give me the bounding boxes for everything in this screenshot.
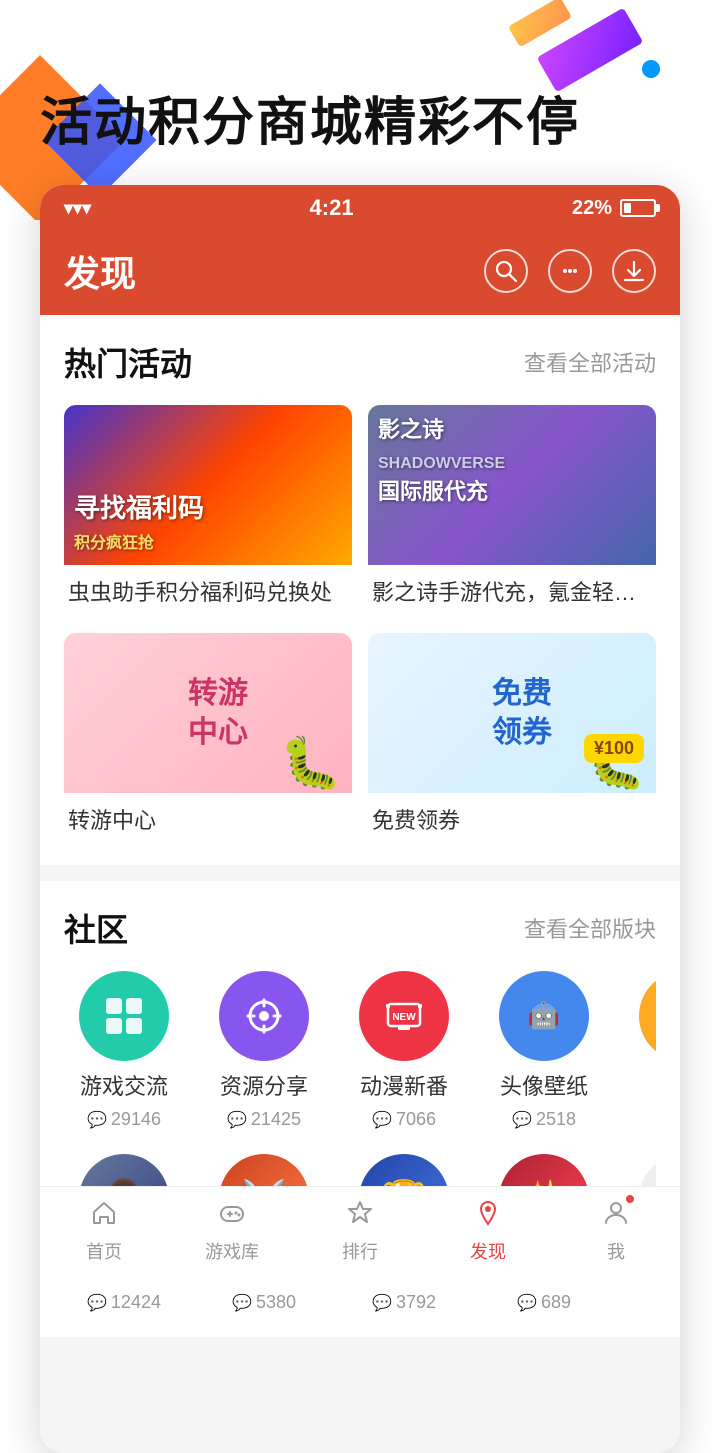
nav-item-games[interactable]: 游戏库	[192, 1199, 272, 1264]
star-nav-icon	[346, 1199, 374, 1234]
nav-item-discover[interactable]: 发现	[448, 1199, 528, 1264]
svg-text:🤖: 🤖	[528, 1000, 560, 1030]
nav-label-home: 首页	[86, 1238, 122, 1264]
activity-card-1-image: 寻找福利码积分疯狂抢	[64, 405, 352, 565]
avatar-count: 💬2518	[512, 1109, 576, 1130]
bottom-navigation: 首页 游戏库 排行	[40, 1186, 680, 1280]
hot-activities-title: 热门活动	[64, 339, 192, 385]
nav-label-games: 游戏库	[205, 1238, 259, 1264]
resource-icon	[219, 971, 309, 1061]
location-nav-icon	[474, 1202, 502, 1233]
header-icons	[484, 249, 656, 293]
lol-count: 💬3792	[372, 1292, 436, 1313]
content-area: 热门活动 查看全部活动 寻找福利码积分疯狂抢 虫虫助手积分福利码兑换处	[40, 315, 680, 1453]
status-time: 4:21	[310, 195, 354, 221]
avatar-icon: 🤖	[499, 971, 589, 1061]
activity-card-2-image: 影之诗SHADOWVERSE国际服代充	[368, 405, 656, 565]
battery-text: 22%	[572, 197, 612, 220]
nav-item-me[interactable]: 我	[576, 1199, 656, 1264]
app-header: 发现	[40, 231, 680, 315]
hero-title: 活动积分商城精彩不停	[0, 0, 720, 185]
community-item-more-1[interactable]: 吹 吹 💬	[624, 971, 656, 1130]
community-item-avatar[interactable]: 🤖 头像壁纸 💬2518	[484, 971, 604, 1130]
anime-name: 动漫新番	[360, 1069, 448, 1101]
game-exchange-icon	[79, 971, 169, 1061]
home-icon	[90, 1199, 118, 1234]
app-title: 发现	[64, 245, 136, 297]
wifi-icon: ▾▾▾	[64, 198, 91, 219]
sky-count: 💬689	[517, 1292, 571, 1313]
activity-card-3[interactable]: 转游中心 🐛 转游中心	[64, 633, 352, 845]
user-nav-icon	[602, 1202, 630, 1233]
activity-card-2-text: 影之诗SHADOWVERSE国际服代充	[378, 415, 505, 507]
sakura-count: 💬12424	[87, 1292, 161, 1313]
me-icon-wrap	[602, 1199, 630, 1234]
discover-icon-wrap	[474, 1199, 502, 1234]
activity-card-3-image: 转游中心 🐛	[64, 633, 352, 793]
activity-card-3-desc: 转游中心	[64, 793, 352, 845]
battery-fill	[624, 203, 631, 213]
nav-label-me: 我	[607, 1238, 625, 1264]
community-header: 社区 查看全部版块	[64, 905, 656, 951]
resource-count: 💬21425	[227, 1109, 301, 1130]
anime-count: 💬7066	[372, 1109, 436, 1130]
activity-card-4-desc: 免费领券	[368, 793, 656, 845]
mascot-3: 🐛	[280, 734, 342, 793]
activity-card-4-image: 免费领券 🐛 ¥100	[368, 633, 656, 793]
status-right: 22%	[572, 197, 656, 220]
nav-label-rank: 排行	[342, 1238, 378, 1264]
activity-card-1-text: 寻找福利码积分疯狂抢	[74, 493, 204, 555]
search-button[interactable]	[484, 249, 528, 293]
activity-card-2[interactable]: 影之诗SHADOWVERSE国际服代充 影之诗手游代充，氪金轻松一键...	[368, 405, 656, 617]
community-item-anime[interactable]: NEW 动漫新番 💬7066	[344, 971, 464, 1130]
nav-item-home[interactable]: 首页	[64, 1199, 144, 1264]
resource-name: 资源分享	[220, 1069, 308, 1101]
nav-item-rank[interactable]: 排行	[320, 1199, 400, 1264]
nav-label-discover: 发现	[470, 1238, 506, 1264]
hot-activities-header: 热门活动 查看全部活动	[64, 339, 656, 385]
gamepad-nav-icon	[218, 1199, 246, 1234]
download-button[interactable]	[612, 249, 656, 293]
anime-icon: NEW	[359, 971, 449, 1061]
message-button[interactable]	[548, 249, 592, 293]
avatar-name: 头像壁纸	[500, 1069, 588, 1101]
view-all-activities-link[interactable]: 查看全部活动	[524, 346, 656, 378]
more-1-icon: 吹	[639, 971, 656, 1061]
status-bar: ▾▾▾ 4:21 22%	[40, 185, 680, 231]
community-row-1: 游戏交流 💬29146	[64, 971, 656, 1134]
hot-activities-section: 热门活动 查看全部活动 寻找福利码积分疯狂抢 虫虫助手积分福利码兑换处	[40, 315, 680, 865]
coin-badge: ¥100	[584, 734, 644, 763]
banner-label-3: 转游中心	[188, 674, 248, 752]
svg-text:NEW: NEW	[392, 1012, 416, 1023]
community-title: 社区	[64, 905, 128, 951]
community-item-resource[interactable]: 资源分享 💬21425	[204, 971, 324, 1130]
activity-card-1[interactable]: 寻找福利码积分疯狂抢 虫虫助手积分福利码兑换处	[64, 405, 352, 617]
activity-grid: 寻找福利码积分疯狂抢 虫虫助手积分福利码兑换处 影之诗SHADOWVERSE国际…	[64, 405, 656, 845]
view-all-community-link[interactable]: 查看全部版块	[524, 912, 656, 944]
king-count: 💬5380	[232, 1292, 296, 1313]
banner-label-4: 免费领券	[492, 674, 552, 752]
activity-card-1-desc: 虫虫助手积分福利码兑换处	[64, 565, 352, 617]
battery-icon	[620, 199, 656, 217]
activity-card-2-desc: 影之诗手游代充，氪金轻松一键...	[368, 565, 656, 617]
community-item-game-exchange[interactable]: 游戏交流 💬29146	[64, 971, 184, 1130]
game-exchange-name: 游戏交流	[80, 1069, 168, 1101]
activity-card-4[interactable]: 免费领券 🐛 ¥100 免费领券	[368, 633, 656, 845]
notification-dot	[626, 1195, 634, 1203]
game-exchange-count: 💬29146	[87, 1109, 161, 1130]
